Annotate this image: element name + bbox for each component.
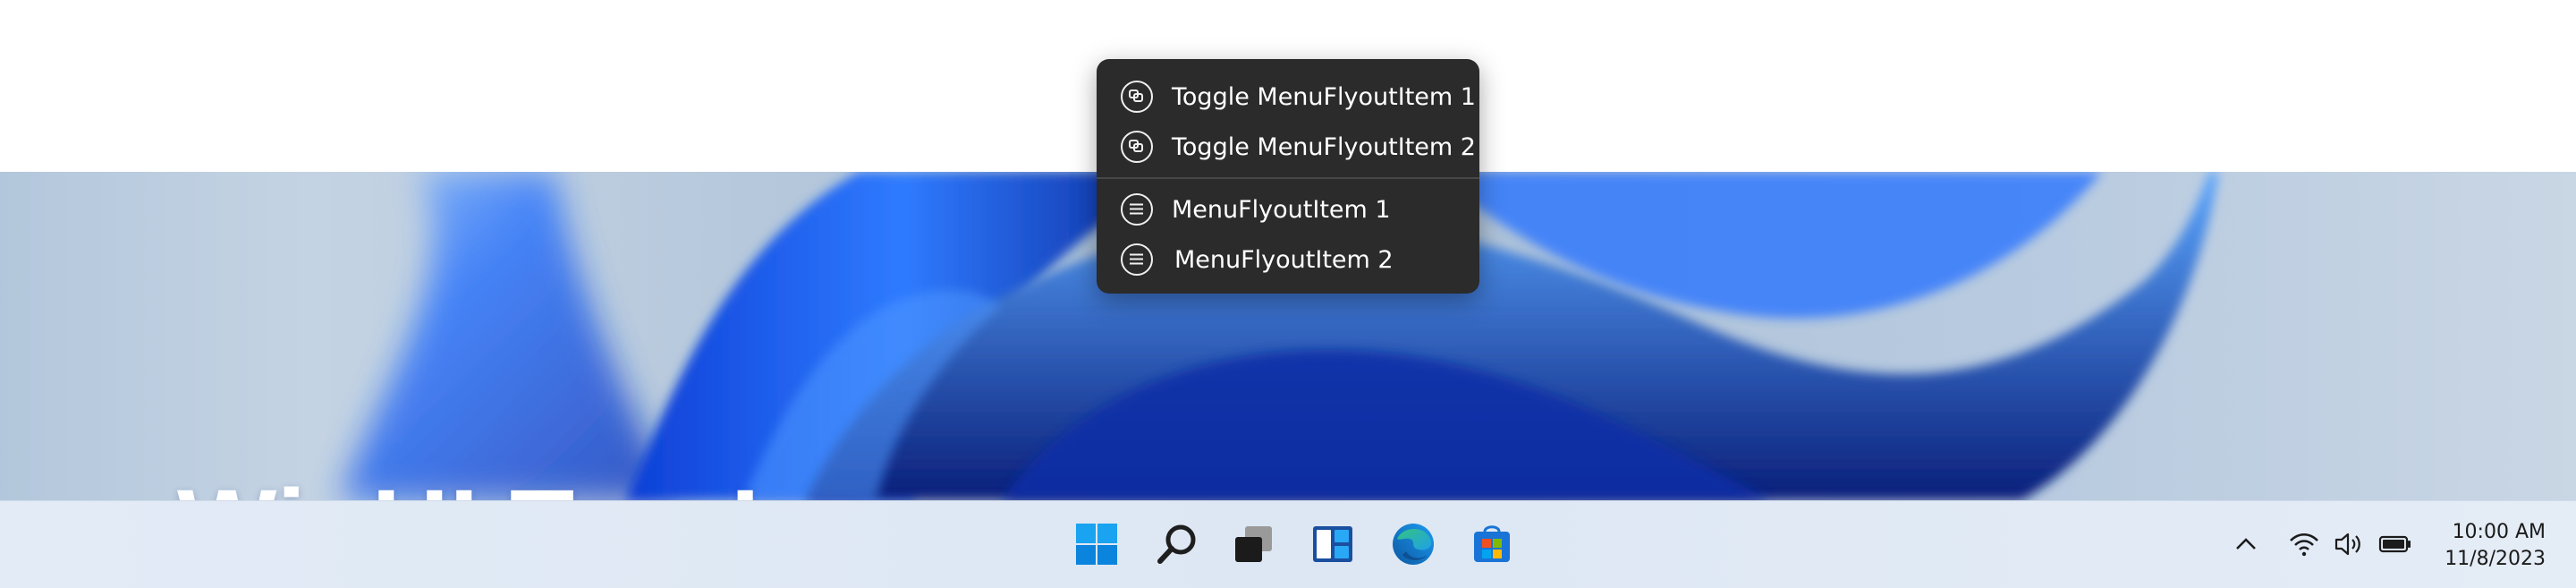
hero-title: WinUI TrayIcon xyxy=(177,474,951,500)
volume-button[interactable] xyxy=(2333,528,2365,560)
task-view-icon xyxy=(1235,526,1272,562)
edge-icon xyxy=(1393,524,1434,565)
menu-item-label: Toggle MenuFlyoutItem 2 xyxy=(1172,133,1476,161)
menu-item-toggle-2[interactable]: Toggle MenuFlyoutItem 2 xyxy=(1097,122,1479,172)
toggle-icon xyxy=(1121,131,1153,163)
taskbar: 10:00 AM 11/8/2023 xyxy=(0,500,2576,588)
list-icon xyxy=(1121,193,1153,226)
store-icon xyxy=(1474,525,1510,562)
menu-item-label: Toggle MenuFlyoutItem 1 xyxy=(1172,83,1476,111)
wifi-icon xyxy=(2290,533,2318,557)
menu-separator xyxy=(1097,177,1479,179)
widgets-icon xyxy=(1313,526,1352,562)
clock-date: 11/8/2023 xyxy=(2445,548,2546,570)
start-button[interactable] xyxy=(1073,521,1120,567)
tray-context-menu: Toggle MenuFlyoutItem 1 Toggle MenuFlyou… xyxy=(1097,59,1479,294)
clock-time: 10:00 AM xyxy=(2452,521,2546,543)
network-button[interactable] xyxy=(2288,528,2320,560)
widgets-button[interactable] xyxy=(1309,521,1356,567)
windows-logo-icon xyxy=(1076,524,1117,565)
menu-item-1[interactable]: MenuFlyoutItem 1 xyxy=(1097,184,1479,234)
search-icon xyxy=(1157,524,1196,564)
toggle-icon xyxy=(1121,81,1153,113)
clock-button[interactable]: 10:00 AM 11/8/2023 xyxy=(2420,519,2546,573)
menu-item-label: MenuFlyoutItem 1 xyxy=(1172,196,1391,224)
volume-icon xyxy=(2334,533,2360,556)
menu-item-2[interactable]: MenuFlyoutItem 2 xyxy=(1097,234,1479,285)
battery-icon xyxy=(2378,535,2411,553)
menu-item-label: MenuFlyoutItem 2 xyxy=(1174,246,1394,274)
search-button[interactable] xyxy=(1154,521,1200,567)
chevron-up-icon xyxy=(2236,538,2256,550)
battery-button[interactable] xyxy=(2377,528,2413,560)
edge-button[interactable] xyxy=(1390,521,1436,567)
show-hidden-icons-button[interactable] xyxy=(2233,528,2259,560)
list-icon xyxy=(1121,243,1153,276)
task-view-button[interactable] xyxy=(1231,521,1277,567)
menu-item-toggle-1[interactable]: Toggle MenuFlyoutItem 1 xyxy=(1097,72,1479,122)
store-button[interactable] xyxy=(1469,521,1515,567)
